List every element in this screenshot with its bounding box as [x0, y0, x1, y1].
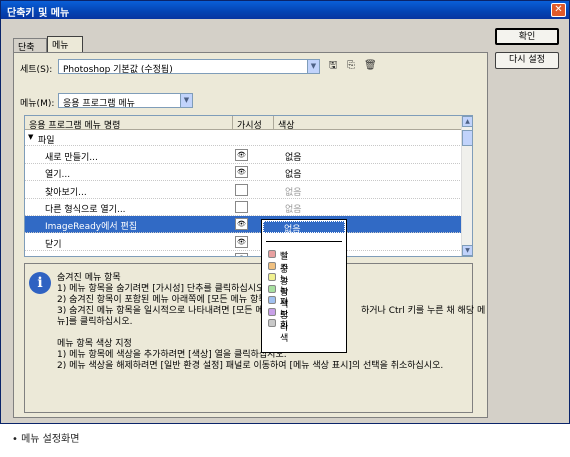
menu-command-list: 응용 프로그램 메뉴 명령 가시성 색상 ▼ 파일 새로 만들기... 👁 없음 열기… — [24, 115, 473, 257]
menu-for-label: 메뉴(M): — [20, 99, 55, 109]
tab-shortcuts[interactable]: 단축키 — [13, 38, 47, 66]
table-row[interactable]: ImageReady에서 편집 👁 — [25, 216, 462, 234]
color-swatch-icon — [268, 273, 276, 281]
set-label: 세트(S): — [20, 65, 53, 75]
info-line-overflow: 하거나 Ctrl 키를 누른 채 해당 메 — [361, 306, 486, 316]
close-icon[interactable]: ✕ — [551, 3, 566, 17]
info-line: 2) 메뉴 색상을 해제하려면 [일반 환경 설정] 패널로 이동하여 [메뉴 … — [57, 361, 444, 371]
keyboard-shortcuts-menus-dialog: 단축키 및 메뉴 ✕ 단축키 메뉴 확인 취소 다시 설정 세트(S): Pho… — [0, 0, 570, 424]
column-header-command[interactable]: 응용 프로그램 메뉴 명령 — [25, 116, 233, 131]
column-header-color[interactable]: 색상 — [274, 116, 462, 131]
color-swatch-icon — [268, 250, 276, 258]
dropdown-separator — [266, 241, 342, 242]
info-icon: i — [29, 272, 51, 294]
menu-command-label: 새로 만들기... — [45, 153, 98, 163]
set-select[interactable]: Photoshop 기본값 (수정됨) ▼ — [58, 59, 320, 75]
color-swatch-icon — [268, 261, 276, 270]
table-row[interactable]: 다른 형식으로 열기... 없음 — [25, 199, 462, 216]
info-line: 뉴]를 클릭하십시오. — [57, 317, 133, 327]
list-header: 응용 프로그램 메뉴 명령 가시성 색상 — [25, 116, 462, 131]
scroll-thumb[interactable] — [462, 130, 472, 146]
color-option-label: 없음 — [284, 225, 301, 235]
eye-icon[interactable]: 👁 — [235, 252, 248, 256]
save-icon[interactable]: 🖫 — [327, 60, 339, 72]
menu-command-label: ImageReady에서 편집 — [45, 222, 138, 233]
set-select-value: Photoshop 기본값 (수정됨) — [63, 65, 173, 75]
expand-triangle-icon[interactable]: ▼ — [28, 133, 33, 141]
table-row[interactable]: 새로 만들기... 👁 없음 — [25, 147, 462, 164]
table-row[interactable]: 모두 닫기 👁 — [25, 251, 462, 256]
table-row[interactable]: 닫기 👁 — [25, 234, 462, 251]
color-dropdown-list: 없음 빨강 주황 노랑 녹색 파랑 보라 회색 — [261, 219, 347, 353]
tab-menus[interactable]: 메뉴 — [47, 36, 83, 52]
menu-color-value[interactable]: 없음 — [285, 202, 302, 215]
tab-menus-label: 메뉴 — [52, 41, 69, 51]
eye-icon[interactable]: 👁 — [235, 218, 248, 231]
color-swatch-icon — [268, 284, 276, 293]
menu-color-value[interactable]: 없음 — [285, 150, 302, 163]
scroll-up-icon[interactable]: ▲ — [462, 116, 472, 127]
dropdown-highlight — [263, 221, 345, 233]
title-bar: 단축키 및 메뉴 ✕ — [1, 1, 569, 19]
color-swatch-icon — [268, 319, 276, 327]
menu-command-label: 열기... — [45, 170, 71, 181]
eye-icon[interactable]: 👁 — [235, 166, 248, 179]
menu-color-value[interactable]: 없음 — [285, 185, 302, 198]
color-option-label: 회색 — [280, 321, 289, 344]
info-box: i 숨겨진 메뉴 항목 1) 메뉴 항목을 숨기려면 [가시성] 단추를 클릭하… — [24, 263, 485, 413]
group-label: 파일 — [38, 136, 55, 146]
menu-command-label: 닫기 — [45, 239, 62, 250]
eye-icon[interactable] — [235, 183, 248, 196]
window-title: 단축키 및 메뉴 — [7, 8, 70, 19]
menu-command-label: 찾아보기... — [45, 187, 87, 198]
menu-for-select[interactable]: 응용 프로그램 메뉴 ▼ — [58, 93, 193, 109]
color-option[interactable]: 없음 — [284, 222, 301, 235]
column-header-visibility[interactable]: 가시성 — [233, 116, 274, 131]
eye-icon[interactable] — [235, 200, 248, 213]
eye-icon[interactable]: 👁 — [235, 149, 248, 161]
menus-tab-panel: 세트(S): Photoshop 기본값 (수정됨) ▼ 🖫 ⎘ 🗑 메뉴(M)… — [13, 52, 488, 418]
menu-for-select-value: 응용 프로그램 메뉴 — [63, 99, 135, 109]
menu-command-label: 모두 닫기 — [45, 254, 81, 256]
group-row-file[interactable]: ▼ 파일 — [25, 130, 462, 146]
reset-button[interactable]: 다시 설정 — [495, 52, 559, 69]
color-swatch-icon — [268, 296, 276, 304]
table-row[interactable]: 찾아보기... 없음 — [25, 182, 462, 199]
figure-caption: • 메뉴 설정화면 — [12, 434, 80, 445]
menu-color-value[interactable]: 없음 — [285, 167, 302, 180]
ok-button[interactable]: 확인 — [495, 28, 559, 45]
table-row[interactable]: 열기... 👁 없음 — [25, 164, 462, 182]
eye-icon[interactable]: 👁 — [235, 235, 248, 248]
scroll-down-icon[interactable]: ▼ — [462, 245, 472, 256]
delete-icon[interactable]: 🗑 — [364, 60, 377, 72]
vertical-scrollbar[interactable]: ▲ ▼ — [461, 116, 472, 256]
chevron-down-icon: ▼ — [180, 94, 192, 107]
menu-command-label: 다른 형식으로 열기... — [45, 204, 126, 215]
chevron-down-icon: ▼ — [307, 60, 319, 73]
save-as-icon[interactable]: ⎘ — [345, 60, 357, 72]
color-swatch-icon — [268, 307, 276, 316]
